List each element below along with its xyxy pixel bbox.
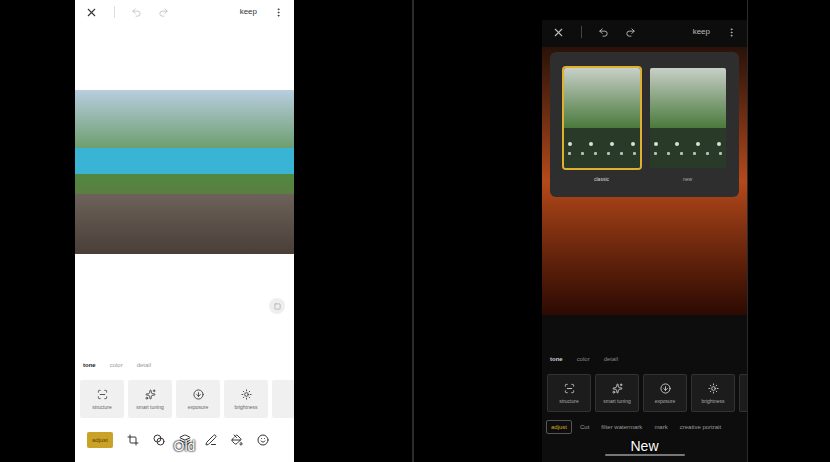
photo xyxy=(75,90,294,254)
tool-icon xyxy=(612,383,623,394)
tool-card[interactable]: structure xyxy=(80,380,124,418)
redo-icon[interactable] xyxy=(625,27,636,38)
mode-button[interactable]: adjust xyxy=(546,420,572,434)
more-icon[interactable] xyxy=(726,27,737,38)
panel-label: New xyxy=(630,438,658,454)
phone-new: keep classicnew tone color detail structuresm… xyxy=(542,0,748,462)
tab-row: tone color detail xyxy=(75,358,294,372)
tool-card[interactable]: structure xyxy=(547,374,591,412)
layout-popup: classicnew xyxy=(550,52,739,197)
tab[interactable]: tone xyxy=(83,361,96,369)
panel-label: Old xyxy=(174,438,196,454)
tool-row: structuresmart tuningexposurebrightness xyxy=(542,374,747,412)
compare-icon xyxy=(274,303,281,310)
tool-icon[interactable] xyxy=(153,434,165,446)
home-indicator xyxy=(605,454,685,456)
tab[interactable]: detail xyxy=(604,355,618,363)
more-icon[interactable] xyxy=(273,7,284,18)
tab[interactable]: color xyxy=(110,361,123,369)
mode-button[interactable]: adjust xyxy=(87,432,113,448)
tool-card[interactable]: exposure xyxy=(643,374,687,412)
tool-card[interactable]: smart tuning xyxy=(595,374,639,412)
tool-icon xyxy=(97,389,108,400)
tool-row: structuresmart tuningexposurebrightness xyxy=(75,380,294,418)
undo-icon[interactable] xyxy=(598,27,609,38)
tool-icon xyxy=(564,383,575,394)
comparison: keeptonecolordetailstructuresmart tuning… xyxy=(0,0,830,462)
keep-button[interactable]: keep xyxy=(240,7,257,17)
tool-icon xyxy=(241,389,252,400)
layout-option[interactable]: new xyxy=(648,66,728,197)
tool-icon xyxy=(708,383,719,394)
photo: classicnew xyxy=(542,47,747,315)
divider xyxy=(412,0,414,462)
mode-button[interactable]: creative portrait xyxy=(676,421,725,433)
tab-row: tone color detail xyxy=(542,352,747,366)
top-bar: keep xyxy=(75,0,294,24)
tool-icon[interactable] xyxy=(205,434,217,446)
close-icon[interactable] xyxy=(552,26,565,39)
tool-card[interactable] xyxy=(739,374,747,412)
top-bar: keep xyxy=(542,20,747,44)
tool-card[interactable]: smart tuning xyxy=(128,380,172,418)
redo-icon[interactable] xyxy=(158,7,169,18)
tool-icon xyxy=(660,383,671,394)
mode-button[interactable]: mark xyxy=(650,421,671,433)
undo-icon[interactable] xyxy=(131,7,142,18)
tool-card[interactable] xyxy=(272,380,294,418)
mode-button[interactable]: Cut xyxy=(576,421,593,433)
mode-button[interactable]: filter watermark xyxy=(597,421,646,433)
tool-icon[interactable] xyxy=(127,434,139,446)
tool-icon[interactable] xyxy=(257,434,269,446)
bottom-bar: adjust Cut filter watermark mark creative po… xyxy=(542,420,747,434)
close-icon[interactable] xyxy=(85,6,98,19)
tool-icon xyxy=(193,389,204,400)
tool-card[interactable]: brightness xyxy=(224,380,268,418)
tool-icon[interactable] xyxy=(231,434,243,446)
tool-icon xyxy=(145,389,156,400)
tab[interactable]: tone xyxy=(550,355,563,363)
tab[interactable]: color xyxy=(577,355,590,363)
phone-old: keep tone color detail structuresmart tuning… xyxy=(75,0,294,462)
compare-button[interactable] xyxy=(269,298,285,314)
divider xyxy=(581,26,582,38)
layout-option[interactable]: classic xyxy=(562,66,642,197)
keep-button[interactable]: keep xyxy=(693,27,710,37)
tab[interactable]: detail xyxy=(137,361,151,369)
divider xyxy=(114,6,115,18)
tool-card[interactable]: brightness xyxy=(691,374,735,412)
tool-card[interactable]: exposure xyxy=(176,380,220,418)
